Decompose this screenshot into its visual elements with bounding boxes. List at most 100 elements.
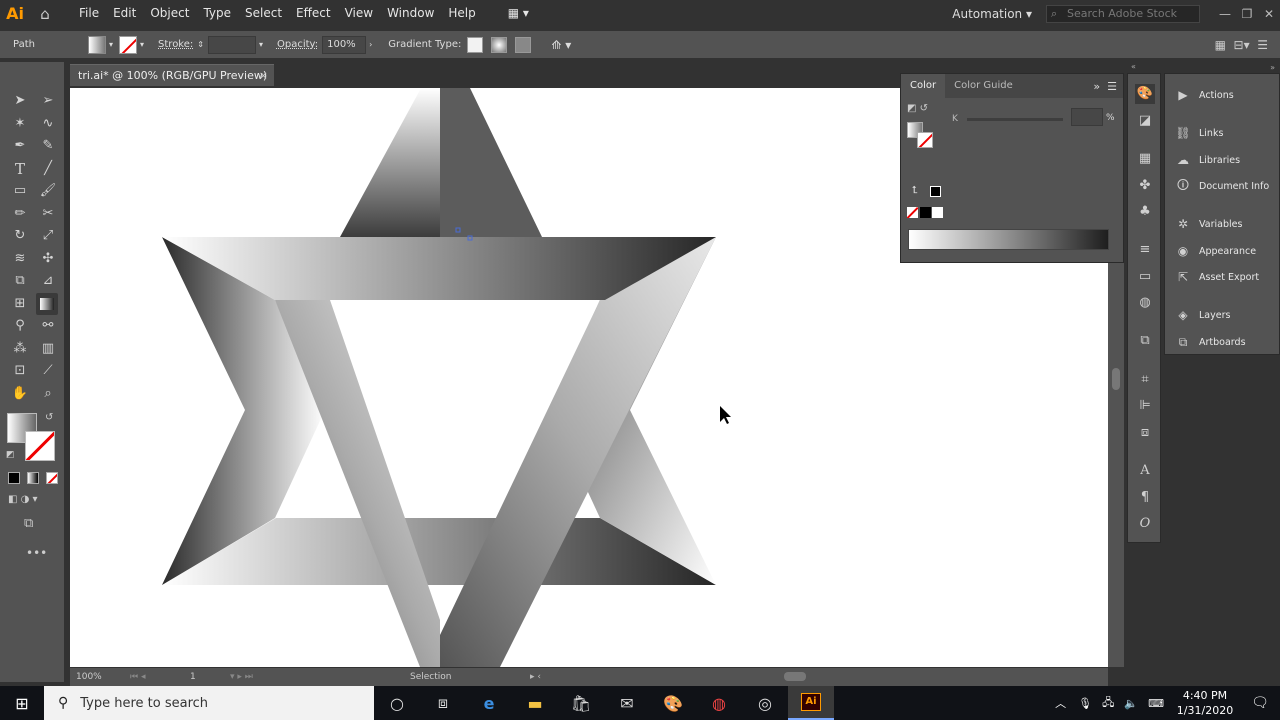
scissors-tool-icon[interactable]: ✂ (37, 203, 59, 225)
panel-appearance[interactable]: ◉ Appearance (1173, 240, 1279, 262)
panel-links[interactable]: ⛓ Links (1173, 122, 1279, 144)
swap-colors-icon[interactable]: ↺ (45, 412, 53, 423)
panel-asset-export[interactable]: ⇱ Asset Export (1173, 266, 1279, 288)
menu-select[interactable]: Select (238, 0, 289, 27)
tab-color[interactable]: Color (901, 74, 946, 98)
warp-tool-icon[interactable]: ≋ (9, 248, 31, 270)
menu-edit[interactable]: Edit (106, 0, 143, 27)
menu-effect[interactable]: Effect (289, 0, 338, 27)
horizontal-scroll-thumb[interactable] (784, 672, 806, 681)
transform-panel-icon[interactable]: ⌗ (1135, 370, 1155, 390)
freeform-gradient-button[interactable] (515, 36, 532, 53)
keyboard-icon[interactable]: ⌨ (1148, 697, 1164, 710)
store-icon[interactable]: 🛍 (558, 686, 604, 720)
stroke-weight-field[interactable] (207, 35, 256, 54)
fill-swatch[interactable] (88, 35, 106, 54)
rotate-tool-icon[interactable]: ↻ (9, 225, 31, 247)
perspective-grid-tool-icon[interactable]: ⊿ (37, 270, 59, 292)
file-explorer-icon[interactable]: ▬ (512, 686, 558, 720)
notifications-icon[interactable]: 🗨 (1240, 695, 1280, 711)
panel-actions[interactable]: ▶ Actions (1173, 84, 1279, 106)
arrange-documents-icon[interactable]: ▦ ▾ (501, 0, 536, 27)
gradient-tool-icon[interactable] (36, 293, 58, 315)
artboard-nav-next[interactable]: ▾ ▸ ⏭ (230, 672, 410, 682)
k-value-field[interactable] (1071, 108, 1103, 126)
swatches-icon[interactable]: ▦ (1135, 149, 1155, 169)
color-mode-button[interactable] (8, 472, 20, 484)
opentype-icon[interactable]: O (1135, 514, 1155, 534)
menu-window[interactable]: Window (380, 0, 441, 27)
eyedropper-tool-icon[interactable]: ⚲ (9, 315, 31, 337)
column-graph-tool-icon[interactable]: ▥ (37, 338, 59, 360)
workspace-switcher[interactable]: Automation ▾ (952, 7, 1032, 21)
graphic-styles-icon[interactable]: ⧉ (1135, 331, 1155, 351)
white-quick-swatch[interactable] (932, 207, 943, 218)
menu-file[interactable]: File (72, 0, 106, 27)
symbol-sprayer-tool-icon[interactable]: ⁂ (9, 338, 31, 360)
gradient-mode-button[interactable] (27, 472, 39, 484)
collapse-strip-icon[interactable]: « (1131, 62, 1136, 71)
zoom-tool-icon[interactable]: ⌕ (37, 383, 59, 405)
lasso-tool-icon[interactable]: ∿ (37, 113, 59, 135)
panel-artboards[interactable]: ⧉ Artboards (1173, 331, 1279, 353)
taskbar-search-input[interactable]: ⚲ Type here to search (44, 686, 374, 720)
shape-builder-tool-icon[interactable]: ⧉ (9, 270, 31, 292)
panel-layers[interactable]: ◈ Layers (1173, 304, 1279, 326)
chrome-icon[interactable]: ◍ (696, 686, 742, 720)
blend-tool-icon[interactable]: ⚯ (37, 315, 59, 337)
panel-stroke-swatch[interactable] (917, 132, 933, 148)
selection-tool-icon[interactable]: ➤ (9, 90, 31, 112)
paint-icon[interactable]: 🎨 (650, 686, 696, 720)
opacity-field[interactable]: 100% (322, 35, 367, 54)
menu-view[interactable]: View (338, 0, 380, 27)
windows-start-icon[interactable]: ⊞ (0, 686, 44, 720)
status-menu-icon[interactable]: ▸ ‹ (530, 672, 541, 682)
minimize-icon[interactable]: — (1214, 7, 1236, 21)
document-tab[interactable]: tri.ai* @ 100% (RGB/GPU Preview) × (70, 64, 274, 86)
linear-gradient-button[interactable] (467, 36, 484, 53)
symbols-icon[interactable]: ♣ (1135, 202, 1155, 222)
network-icon[interactable]: 🖧 (1102, 694, 1114, 713)
color-spectrum-bar[interactable] (908, 229, 1109, 250)
paintbrush-tool-icon[interactable]: 🖌 (37, 180, 59, 202)
close-window-icon[interactable]: ✕ (1258, 7, 1280, 21)
color-panel-icon[interactable]: 🎨 (1135, 84, 1155, 104)
k-slider[interactable] (967, 118, 1063, 121)
microphone-icon[interactable]: 🎙 (1078, 697, 1092, 710)
illustrator-taskbar-icon[interactable]: Ai (788, 686, 834, 720)
stroke-weight-dropdown-icon[interactable]: ▾ (259, 40, 263, 49)
tray-overflow-icon[interactable]: ︿ (1055, 695, 1066, 711)
panel-libraries[interactable]: ☁ Libraries (1173, 149, 1279, 171)
radial-gradient-button[interactable] (491, 36, 508, 53)
fill-dropdown-icon[interactable]: ▾ (109, 40, 113, 49)
mail-icon[interactable]: ✉ (604, 686, 650, 720)
taskbar-clock[interactable]: 4:40 PM 1/31/2020 (1170, 688, 1240, 718)
color-guide-icon[interactable]: ◪ (1135, 111, 1155, 131)
hand-tool-icon[interactable]: ✋ (9, 383, 31, 405)
stroke-color-box[interactable] (25, 431, 55, 461)
slice-tool-icon[interactable]: ⟋ (37, 360, 59, 382)
puppet-warp-tool-icon[interactable]: ✣ (37, 248, 59, 270)
direct-selection-tool-icon[interactable]: ➢ (37, 90, 59, 112)
more-tools-icon[interactable]: ••• (26, 546, 47, 560)
stroke-panel-icon[interactable]: ≡ (1135, 240, 1155, 260)
vertical-scroll-thumb[interactable] (1112, 368, 1120, 390)
volume-icon[interactable]: 🔈 (1124, 697, 1138, 710)
black-quick-swatch[interactable] (920, 207, 931, 218)
cortana-icon[interactable]: ○ (374, 686, 420, 720)
screen-mode-icon[interactable]: ⧉ (24, 516, 33, 531)
stroke-swatch[interactable] (119, 35, 138, 54)
artboard-number[interactable]: 1 (190, 672, 230, 682)
star-band-ascending[interactable] (440, 237, 716, 667)
panel-collapse-menu-icon[interactable]: » ☰ (1093, 80, 1123, 93)
shaper-tool-icon[interactable]: ✏ (9, 203, 31, 225)
menu-type[interactable]: Type (196, 0, 238, 27)
character-icon[interactable]: A (1135, 461, 1155, 481)
menu-help[interactable]: Help (441, 0, 482, 27)
magic-wand-tool-icon[interactable]: ✶ (9, 113, 31, 135)
transparency-icon[interactable]: ◍ (1135, 293, 1155, 313)
black-swatch[interactable] (930, 186, 941, 197)
opacity-label[interactable]: Opacity: (277, 39, 318, 50)
align-icon[interactable]: ⊫ (1135, 396, 1155, 416)
stroke-dropdown-icon[interactable]: ▾ (140, 40, 144, 49)
